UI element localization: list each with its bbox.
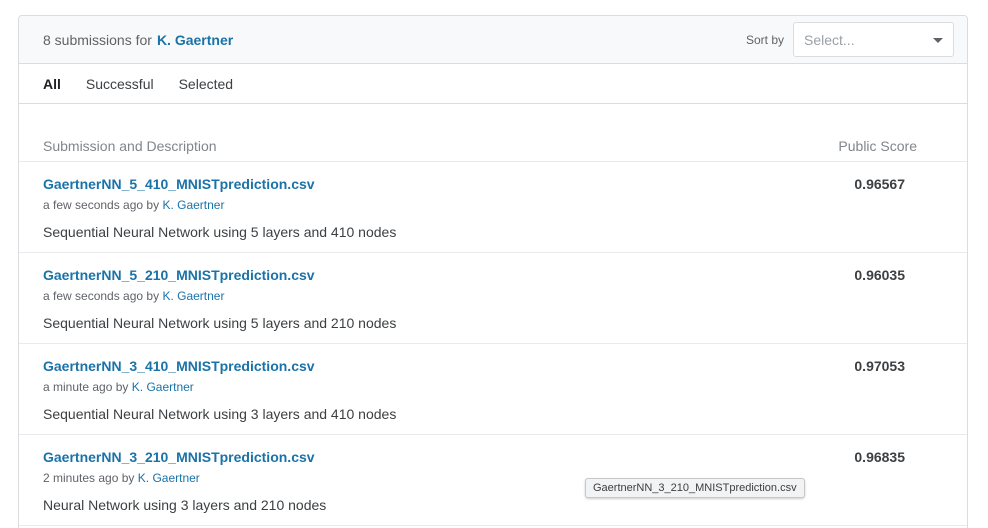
submission-meta: 2 minutes ago by K. Gaertner xyxy=(43,471,200,485)
file-tooltip: GaertnerNN_3_210_MNISTprediction.csv xyxy=(585,478,805,498)
submission-user-link[interactable]: K. Gaertner xyxy=(138,471,200,485)
sort-label: Sort by xyxy=(745,32,784,47)
submission-description: Sequential Neural Network using 3 layers… xyxy=(43,406,397,422)
table-row: GaertnerNN_5_210_MNISTprediction.csv a f… xyxy=(19,253,967,344)
submission-time: a few seconds ago xyxy=(43,289,144,303)
sort-placeholder: Select... xyxy=(804,31,855,48)
by-label: by xyxy=(121,471,135,485)
submission-user-link[interactable]: K. Gaertner xyxy=(132,380,194,394)
filter-tabs: All Successful Selected xyxy=(19,64,967,104)
public-score: 0.97053 xyxy=(854,358,905,374)
header-user-link[interactable]: K. Gaertner xyxy=(157,32,233,48)
submission-user-link[interactable]: K. Gaertner xyxy=(162,198,224,212)
table-header: Submission and Description Public Score xyxy=(19,136,967,162)
by-label: by xyxy=(146,198,160,212)
submission-description: Sequential Neural Network using 5 layers… xyxy=(43,224,397,240)
tab-selected[interactable]: Selected xyxy=(179,76,233,92)
submission-meta: a minute ago by K. Gaertner xyxy=(43,380,194,394)
submission-time: a minute ago xyxy=(43,380,113,394)
submission-file-link[interactable]: GaertnerNN_5_210_MNISTprediction.csv xyxy=(43,267,315,283)
chevron-down-icon xyxy=(933,38,943,43)
tab-all[interactable]: All xyxy=(43,76,61,92)
submission-meta: a few seconds ago by K. Gaertner xyxy=(43,198,224,212)
public-score: 0.96035 xyxy=(854,267,905,283)
by-label: by xyxy=(146,289,160,303)
submission-count: 8 submissions for xyxy=(43,31,152,48)
submission-meta: a few seconds ago by K. Gaertner xyxy=(43,289,224,303)
table-row: GaertnerNN_5_410_MNISTprediction.csv a f… xyxy=(19,162,967,253)
submission-time: 2 minutes ago xyxy=(43,471,119,485)
table-row: GaertnerNN_3_410_MNISTprediction.csv a m… xyxy=(19,344,967,435)
submission-file-link[interactable]: GaertnerNN_3_410_MNISTprediction.csv xyxy=(43,358,315,374)
column-header-description: Submission and Description xyxy=(43,138,217,154)
tab-successful[interactable]: Successful xyxy=(86,76,154,92)
submission-list: GaertnerNN_5_410_MNISTprediction.csv a f… xyxy=(19,162,967,526)
public-score: 0.96835 xyxy=(854,449,905,465)
submissions-panel: 8 submissions for K. Gaertner Sort by Se… xyxy=(18,15,968,528)
submission-time: a few seconds ago xyxy=(43,198,144,212)
submission-file-link[interactable]: GaertnerNN_5_410_MNISTprediction.csv xyxy=(43,176,315,192)
sort-area: Sort by Select... xyxy=(746,22,954,57)
by-label: by xyxy=(115,380,129,394)
table-row: GaertnerNN_3_210_MNISTprediction.csv 2 m… xyxy=(19,435,967,526)
public-score: 0.96567 xyxy=(854,176,905,192)
submissions-header: 8 submissions for K. Gaertner Sort by Se… xyxy=(19,16,967,64)
submission-user-link[interactable]: K. Gaertner xyxy=(162,289,224,303)
column-header-score: Public Score xyxy=(838,138,917,154)
submission-file-link[interactable]: GaertnerNN_3_210_MNISTprediction.csv xyxy=(43,449,315,465)
sort-select[interactable]: Select... xyxy=(793,22,954,57)
submission-description: Sequential Neural Network using 5 layers… xyxy=(43,315,397,331)
submission-description: Neural Network using 3 layers and 210 no… xyxy=(43,497,327,513)
